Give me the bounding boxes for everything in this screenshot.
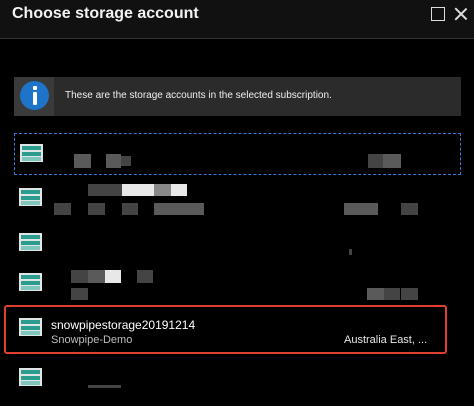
- redacted-text: [88, 385, 121, 388]
- storage-account-row[interactable]: [14, 133, 461, 175]
- storage-account-row[interactable]: [14, 223, 461, 265]
- redacted-text: [54, 203, 71, 215]
- info-icon: [20, 81, 49, 110]
- redacted-text: [401, 288, 418, 300]
- redacted-text: [121, 156, 131, 166]
- storage-account-row[interactable]: [14, 178, 461, 220]
- redacted-text: [383, 154, 401, 168]
- redacted-text: [137, 270, 153, 283]
- info-icon-box: [14, 77, 54, 116]
- redacted-text: [368, 154, 383, 168]
- redacted-text: [188, 203, 204, 215]
- window-title: Choose storage account: [12, 5, 199, 22]
- info-text: These are the storage accounts in the se…: [65, 90, 332, 101]
- redacted-text: [384, 288, 400, 300]
- close-icon[interactable]: [453, 6, 469, 22]
- title-bar: Choose storage account: [0, 0, 474, 38]
- redacted-text: [105, 270, 121, 283]
- storage-account-icon: [19, 368, 42, 386]
- redacted-text: [106, 154, 121, 168]
- info-banner: These are the storage accounts in the se…: [14, 77, 461, 116]
- redacted-text: [71, 288, 88, 300]
- redacted-text: [344, 203, 378, 215]
- storage-account-row[interactable]: [14, 263, 461, 305]
- redacted-text: [367, 288, 384, 300]
- redacted-text: [154, 203, 188, 215]
- redacted-text: [74, 154, 91, 168]
- redacted-text: [122, 203, 138, 215]
- storage-account-icon: [19, 273, 42, 291]
- storage-account-icon: [19, 188, 42, 206]
- storage-account-row[interactable]: [14, 358, 461, 400]
- title-divider: [0, 38, 474, 39]
- redacted-text: [349, 249, 352, 255]
- redacted-text: [71, 270, 88, 283]
- redacted-text: [139, 184, 154, 196]
- redacted-text: [88, 270, 105, 283]
- redacted-text: [171, 184, 187, 196]
- redacted-text: [154, 184, 171, 196]
- redacted-text: [122, 184, 139, 196]
- selection-outline: [4, 305, 447, 354]
- maximize-icon[interactable]: [431, 7, 445, 21]
- redacted-text: [401, 203, 418, 215]
- storage-account-icon: [19, 233, 42, 251]
- redacted-text: [88, 184, 122, 196]
- redacted-text: [88, 203, 105, 215]
- storage-account-icon: [20, 144, 43, 162]
